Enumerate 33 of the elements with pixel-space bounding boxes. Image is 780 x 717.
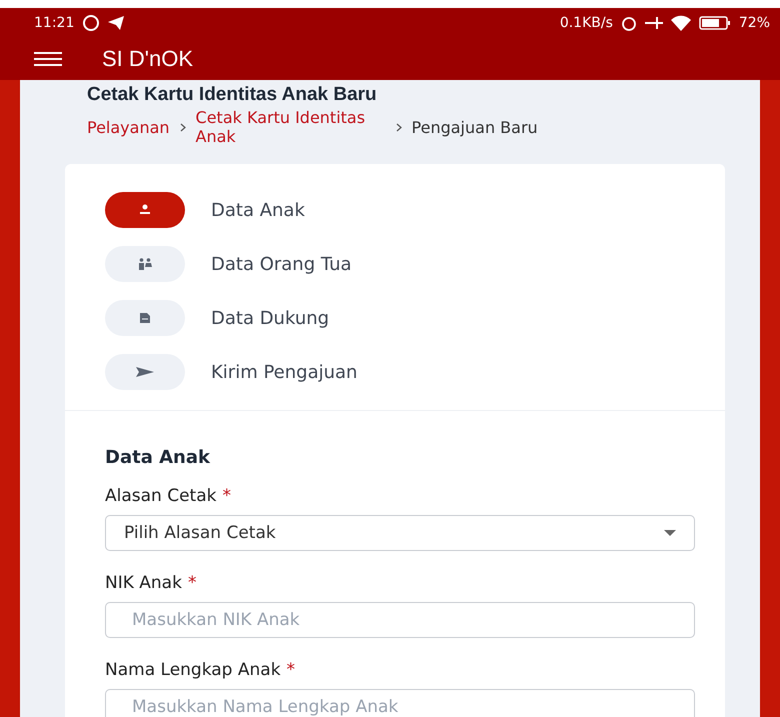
caret-icon [664,530,676,536]
required-mark: * [222,486,231,506]
app-title: SI D'nOK [102,46,194,72]
required-mark: * [188,573,196,593]
step-item[interactable]: Data Orang Tua [105,246,685,282]
field-label: Alasan Cetak [105,486,216,506]
document-icon [139,312,151,324]
send-icon [108,16,124,30]
battery-icon [698,16,731,30]
breadcrumb-current: Pengajuan Baru [412,118,538,136]
step-item[interactable]: Data Dukung [105,300,685,336]
required-mark: * [286,660,296,680]
field-label: NIK Anak [105,573,182,593]
breadcrumb-link[interactable]: Cetak Kartu Identitas Anak [196,108,386,146]
input-field[interactable]: Masukkan Nama Lengkap Anak [105,689,695,717]
battery-percent: 72% [738,15,770,31]
section-title: Data Anak [105,447,212,468]
select-field[interactable]: Pilih Alasan Cetak [105,515,695,551]
chevron-icon [396,122,402,132]
people-icon [138,258,152,270]
wifi-icon [670,15,691,31]
person-icon [139,204,151,216]
step-item[interactable]: Kirim Pengajuan [105,354,685,390]
input-field[interactable]: Masukkan NIK Anak [105,602,695,638]
field-label: Nama Lengkap Anak [105,660,281,680]
send-icon [136,367,154,377]
breadcrumb-link[interactable]: Pelayanan [87,118,170,136]
page-title: Cetak Kartu Identitas Anak Baru [87,84,378,106]
menu-icon[interactable] [34,52,62,66]
network-speed: 0.1KB/s [560,15,613,31]
step-item[interactable]: Data Anak [105,192,685,228]
chevron-icon [180,122,186,132]
status-time: 11:21 [34,15,74,31]
